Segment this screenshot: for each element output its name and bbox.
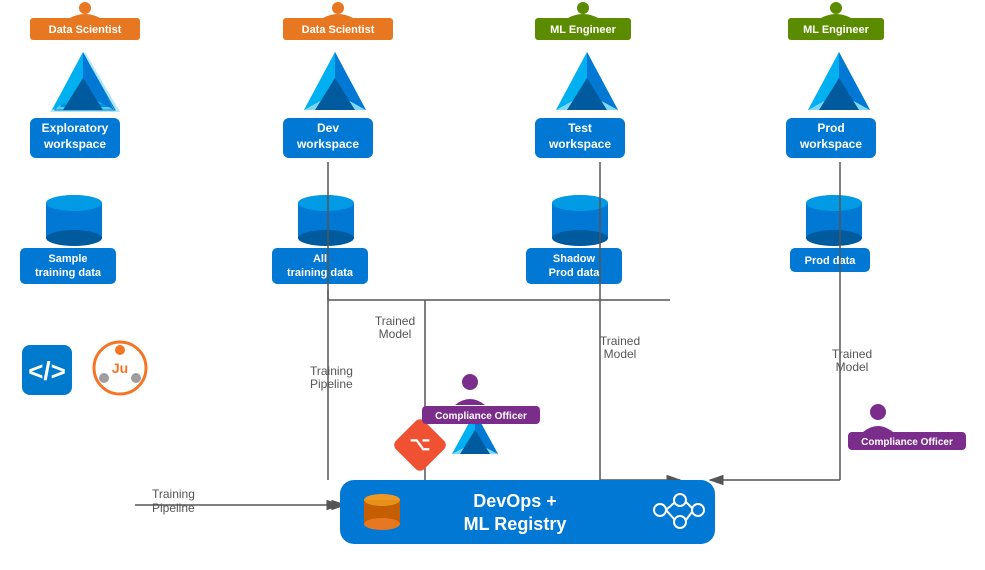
jupyter-icon: Ju [94, 342, 146, 394]
workspace-text-test-1: Test [568, 121, 592, 135]
workspace-text-dev-2: workspace [296, 137, 359, 151]
workspace-text-prod-2: workspace [799, 137, 862, 151]
git-icon: ⌥ [392, 417, 449, 474]
training-pipeline-label-mid-1: Training [310, 364, 353, 378]
person-head-mle2 [830, 2, 842, 14]
trained-model-label-test-a: Trained [600, 334, 640, 348]
svg-text:⌥: ⌥ [410, 434, 431, 454]
azure-ml-icon-2 [304, 52, 366, 110]
role-label-mle2: ML Engineer [803, 24, 870, 36]
role-label-ds1: Data Scientist [49, 24, 122, 36]
azure-ml-icon-4 [808, 52, 870, 110]
devops-label-2: ML Registry [464, 514, 567, 534]
person-body-mle1 [568, 14, 598, 18]
db-text-shadow-1: Shadow [553, 253, 596, 265]
workspace-text-test-2: workspace [548, 137, 611, 151]
training-pipeline-label-2: Pipeline [152, 501, 195, 515]
trained-model-label-prod-b: Model [836, 360, 869, 374]
person-body-ds2 [323, 14, 353, 18]
compliance-label-2: Compliance Officer [861, 437, 953, 448]
svg-text:Ju: Ju [112, 360, 128, 376]
db-text-prod: Prod data [805, 255, 857, 267]
db-text-sample-2: training data [35, 267, 102, 279]
trained-model-label-prod-a: Trained [832, 347, 872, 361]
role-label-mle1: ML Engineer [550, 24, 617, 36]
person-head-ds2 [332, 2, 344, 14]
trained-model-label-1b: Model [379, 327, 412, 341]
diagram: Data Scientist Data Scientist ML Enginee… [0, 0, 985, 565]
compliance-label-1: Compliance Officer [435, 411, 527, 422]
training-pipeline-label-mid-2: Pipeline [310, 377, 353, 391]
vscode-icon: </> [22, 345, 72, 395]
db-text-sample-1: Sample [48, 253, 87, 265]
workspace-text-prod-1: Prod [817, 121, 844, 135]
person-head-mle1 [577, 2, 589, 14]
db-icon-sample [46, 195, 102, 246]
db-icon-prod [806, 195, 862, 246]
person-head-ds1 [79, 2, 91, 14]
person-body-ds1 [70, 14, 100, 18]
azure-ml-icon-3 [556, 52, 618, 110]
trained-model-label-test-b: Model [604, 347, 637, 361]
db-text-all-1: All [313, 253, 327, 265]
compliance-person-1-body [455, 399, 485, 405]
db-text-shadow-2: Prod data [549, 267, 601, 279]
azure-ml-icon-1 [52, 52, 114, 110]
workspace-text-exploratory-1: Exploratory [42, 121, 109, 135]
db-text-all-2: training data [287, 267, 354, 279]
trained-model-label-1a: Trained [375, 314, 415, 328]
training-pipeline-label-1: Training [152, 487, 195, 501]
person-body-mle2 [821, 14, 851, 18]
compliance-person-2-head [870, 404, 886, 420]
db-icon-all [298, 195, 354, 246]
workspace-text-exploratory-2: workspace [43, 137, 106, 151]
role-label-ds2: Data Scientist [302, 24, 375, 36]
svg-text:</>: </> [28, 356, 66, 386]
compliance-person-2-body [863, 426, 893, 432]
pipeline-icon [364, 494, 400, 530]
devops-label-1: DevOps + [473, 491, 557, 511]
compliance-person-1-head [462, 374, 478, 390]
workspace-text-dev-1: Dev [317, 121, 339, 135]
